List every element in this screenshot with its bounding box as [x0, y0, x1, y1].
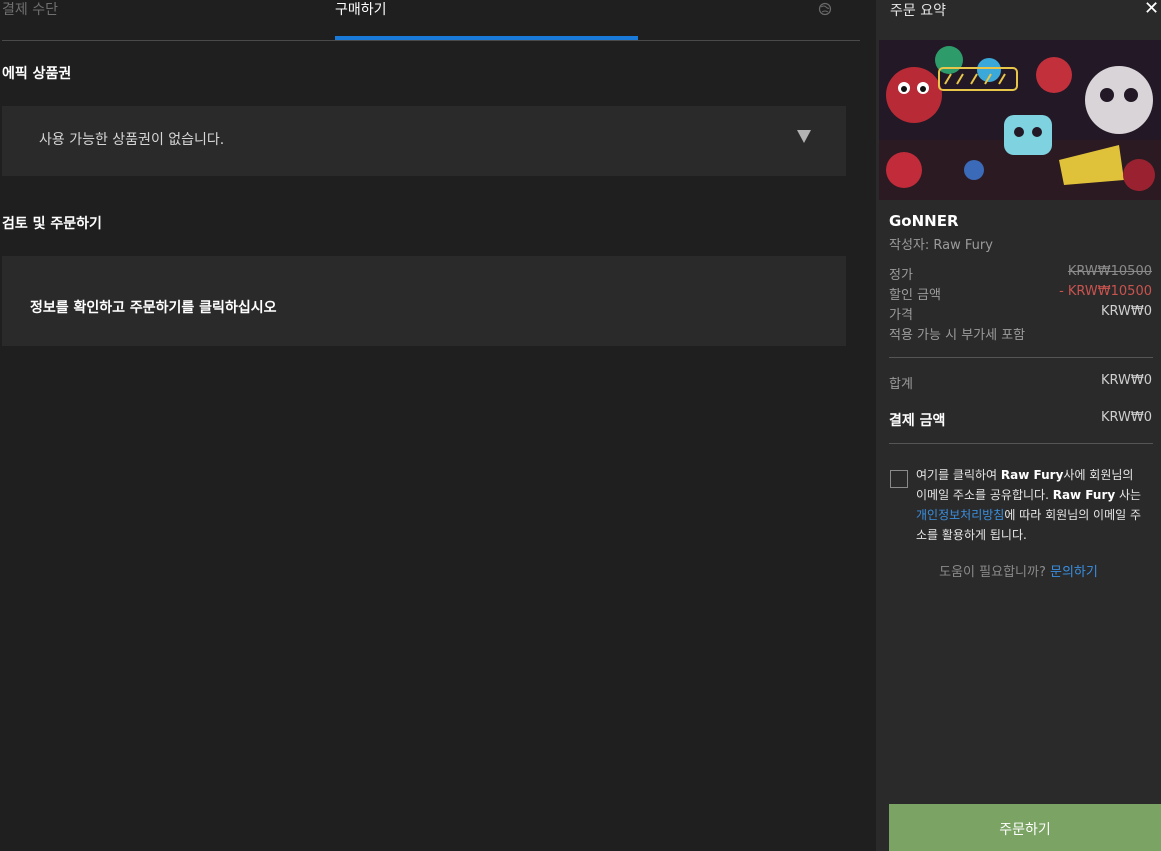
order-summary-panel: 주문 요약 ✕ GoNNER 작성자: Raw Fury 정가 KRW₩1050… — [876, 0, 1161, 851]
voucher-empty-text: 사용 가능한 상품권이 없습니다. — [39, 132, 225, 148]
help-text: 도움이 필요합니까? — [939, 565, 1050, 580]
checkout-tabs: 결제 수단 구매하기 — [2, 0, 860, 41]
review-instruction: 정보를 확인하고 주문하기를 클릭하십시오 — [30, 300, 277, 316]
subtotal-row: 합계 KRW₩0 — [889, 373, 1152, 392]
dropdown-arrow-icon[interactable] — [797, 130, 811, 143]
close-icon[interactable]: ✕ — [1144, 0, 1159, 19]
price-row: 가격 KRW₩0 — [889, 304, 1152, 323]
globe-icon[interactable] — [818, 2, 832, 16]
help-line: 도움이 필요합니까? 문의하기 — [876, 561, 1161, 580]
list-price-value: KRW₩10500 — [1067, 264, 1152, 279]
total-value: KRW₩0 — [1100, 410, 1152, 425]
subtotal-label: 합계 — [889, 377, 913, 392]
divider — [889, 443, 1153, 444]
voucher-section-title: 에픽 상품권 — [2, 66, 72, 82]
subtotal-value: KRW₩0 — [1100, 373, 1152, 388]
price-label: 가격 — [889, 308, 913, 323]
list-price-label: 정가 — [889, 268, 913, 283]
tab-payment-method[interactable]: 결제 수단 — [2, 0, 58, 20]
tab-purchase[interactable]: 구매하기 — [335, 0, 387, 20]
review-section-title: 검토 및 주문하기 — [2, 216, 102, 232]
price-value: KRW₩0 — [1100, 304, 1152, 319]
email-consent-checkbox[interactable] — [890, 470, 908, 488]
list-price-row: 정가 KRW₩10500 — [889, 264, 1152, 283]
total-label: 결제 금액 — [889, 413, 946, 429]
review-panel: 정보를 확인하고 주문하기를 클릭하십시오 — [2, 256, 846, 346]
game-publisher: 작성자: Raw Fury — [889, 238, 993, 253]
game-cover-image — [879, 40, 1161, 200]
consent-text-part: 사는 — [1115, 488, 1142, 502]
order-summary-title: 주문 요약 — [890, 3, 946, 19]
total-row: 결제 금액 KRW₩0 — [889, 410, 1152, 429]
consent-brand: Raw Fury — [1052, 488, 1116, 502]
privacy-policy-link[interactable]: 개인정보처리방침 — [916, 508, 1004, 522]
discount-value: - KRW₩10500 — [1059, 284, 1152, 299]
consent-brand: Raw Fury — [1000, 468, 1064, 482]
checkout-main: 결제 수단 구매하기 에픽 상품권 사용 가능한 상품권이 없습니다. 검토 및… — [0, 0, 876, 851]
consent-text-part: 여기를 클릭하여 — [916, 468, 1001, 482]
discount-label: 할인 금액 — [889, 288, 941, 303]
vat-note-row: 적용 가능 시 부가세 포함 — [889, 324, 1152, 343]
email-consent-text: 여기를 클릭하여 Raw Fury사에 회원님의 이메일 주소를 공유합니다. … — [916, 465, 1146, 545]
contact-link[interactable]: 문의하기 — [1050, 565, 1098, 580]
voucher-dropdown[interactable]: 사용 가능한 상품권이 없습니다. — [2, 106, 846, 176]
place-order-button[interactable]: 주문하기 — [889, 804, 1161, 851]
game-title: GoNNER — [889, 212, 959, 230]
vat-note: 적용 가능 시 부가세 포함 — [889, 328, 1026, 343]
divider — [889, 357, 1153, 358]
discount-row: 할인 금액 - KRW₩10500 — [889, 284, 1152, 303]
active-tab-indicator — [335, 36, 638, 40]
